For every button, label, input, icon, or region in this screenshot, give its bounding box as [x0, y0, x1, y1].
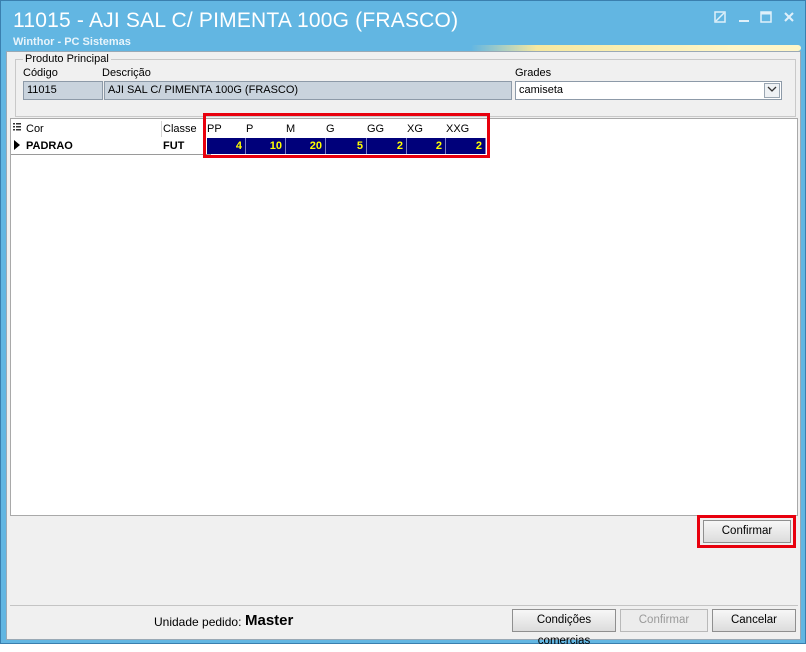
footer-bar: Unidade pedido: Master Condições comerci…: [10, 605, 798, 647]
main-window: 11015 - AJI SAL C/ PIMENTA 100G (FRASCO)…: [0, 0, 806, 647]
unidade-pedido-value: Master: [245, 612, 294, 629]
window-title: 11015 - AJI SAL C/ PIMENTA 100G (FRASCO): [13, 9, 459, 32]
descricao-label: Descrição: [102, 67, 151, 79]
codigo-field[interactable]: 11015: [23, 81, 103, 100]
grades-label: Grades: [515, 67, 552, 79]
confirmar-button[interactable]: Confirmar: [620, 609, 708, 632]
close-icon[interactable]: [781, 10, 797, 26]
cell-cor[interactable]: PADRAO: [26, 139, 73, 154]
maximize-icon[interactable]: [758, 10, 774, 26]
produto-principal-label: Produto Principal: [23, 53, 111, 65]
window-subtitle: Winthor - PC Sistemas: [13, 36, 131, 48]
descricao-field[interactable]: AJI SAL C/ PIMENTA 100G (FRASCO): [104, 81, 512, 100]
highlight-box: [697, 515, 796, 548]
title-bar[interactable]: 11015 - AJI SAL C/ PIMENTA 100G (FRASCO)…: [1, 1, 805, 51]
unidade-pedido-label: Unidade pedido:: [154, 615, 242, 629]
row-divider: [11, 154, 211, 155]
row-indicator-icon: [14, 139, 20, 155]
chevron-down-icon[interactable]: [764, 83, 780, 98]
grid-menu-icon[interactable]: [13, 121, 23, 137]
column-separator: [161, 121, 162, 137]
grade-grid[interactable]: Cor Classe PP P M G GG XG XXG PADRAO FUT…: [10, 113, 798, 516]
condicoes-comercias-button[interactable]: Condições comercias: [512, 609, 616, 647]
minimize-icon[interactable]: [736, 10, 752, 26]
column-header-cor[interactable]: Cor: [26, 121, 44, 137]
column-header-classe[interactable]: Classe: [163, 121, 197, 137]
produto-principal-group: Produto Principal Código 11015 Descrição…: [15, 53, 796, 117]
grades-select[interactable]: camiseta: [515, 81, 782, 100]
cancelar-button[interactable]: Cancelar: [712, 609, 796, 632]
grades-selected-value: camiseta: [519, 84, 564, 96]
cell-classe[interactable]: FUT: [163, 139, 184, 154]
restore-icon[interactable]: [712, 10, 728, 26]
codigo-label: Código: [23, 67, 58, 79]
highlight-box: [203, 113, 490, 158]
dialog-body: Produto Principal Código 11015 Descrição…: [6, 51, 801, 647]
